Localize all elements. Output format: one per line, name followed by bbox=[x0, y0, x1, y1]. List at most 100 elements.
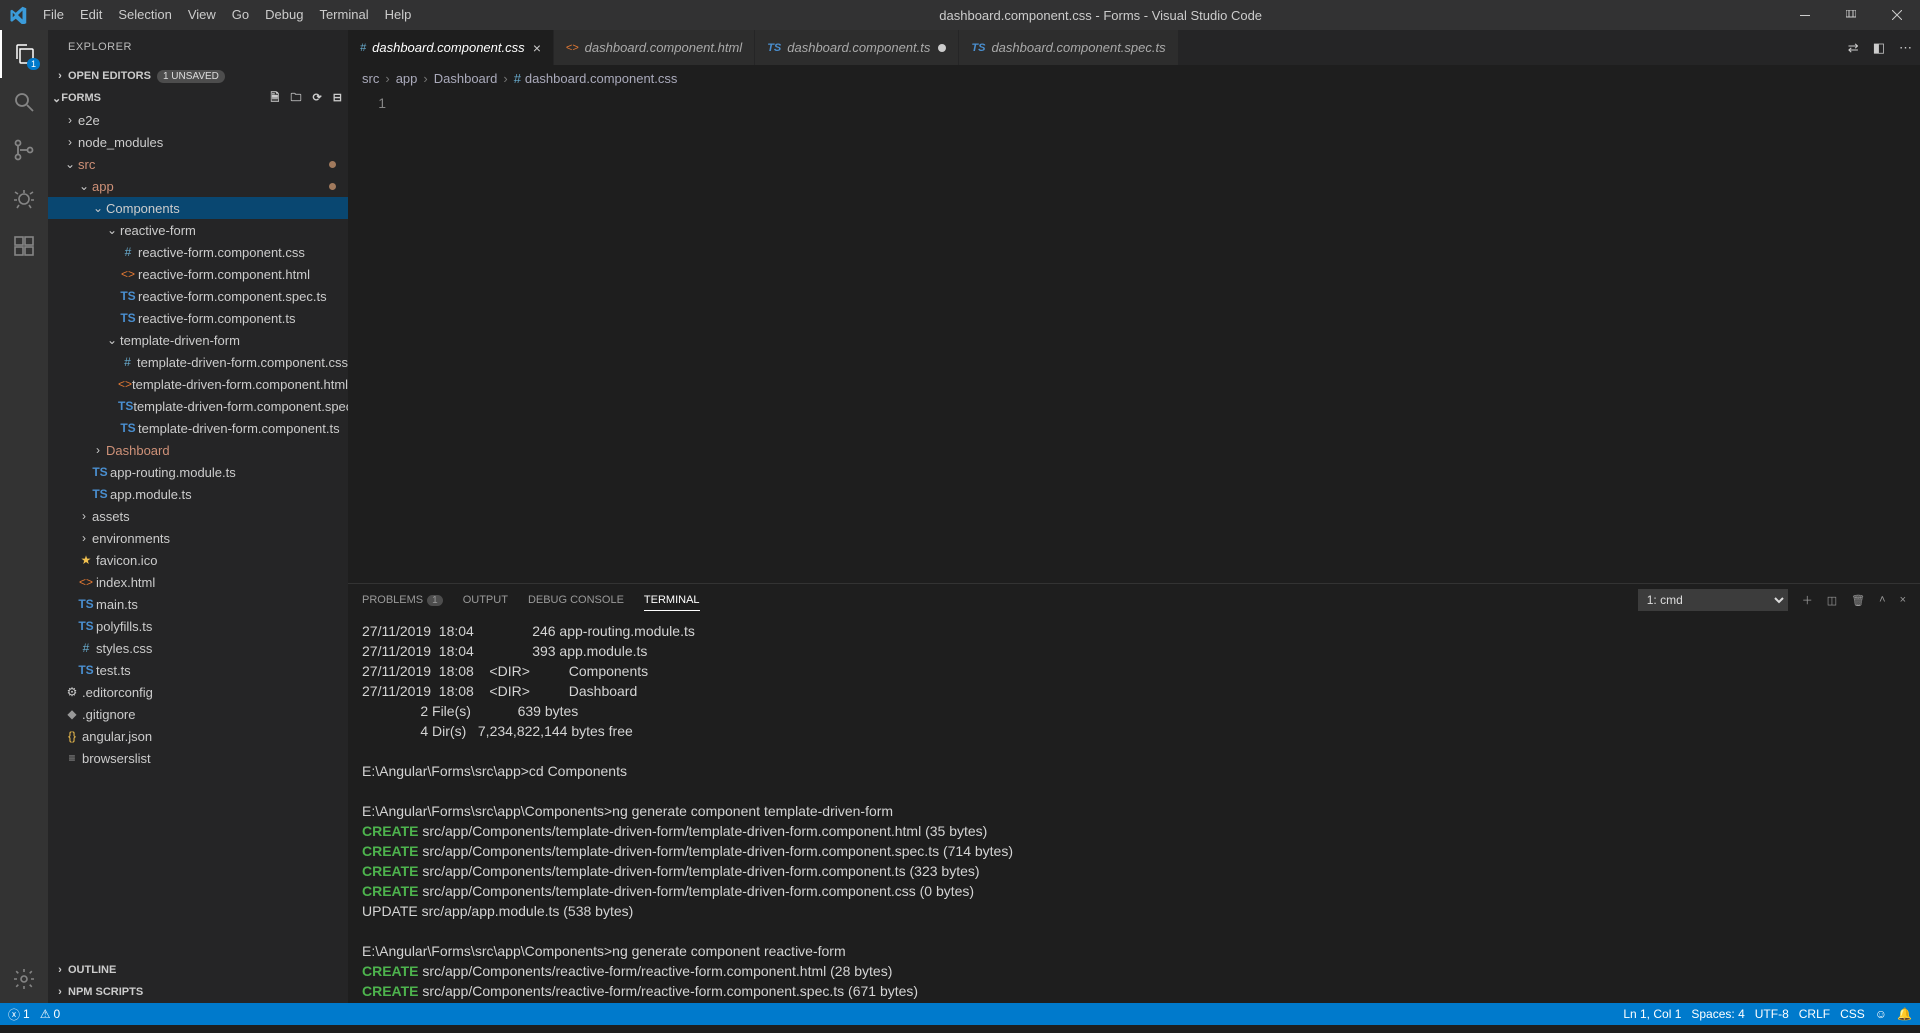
npm-scripts-header[interactable]: ›NPM SCRIPTS bbox=[48, 981, 348, 1003]
file-tdf-ts[interactable]: TStemplate-driven-form.component.ts bbox=[48, 417, 348, 439]
file-app-module[interactable]: TSapp.module.ts bbox=[48, 483, 348, 505]
status-eol[interactable]: CRLF bbox=[1799, 1007, 1830, 1021]
activity-settings[interactable] bbox=[0, 955, 48, 1003]
activity-explorer[interactable]: 1 bbox=[0, 30, 48, 78]
menu-debug[interactable]: Debug bbox=[257, 0, 311, 30]
activity-search[interactable] bbox=[0, 78, 48, 126]
breadcrumb-file[interactable]: dashboard.component.css bbox=[525, 71, 677, 86]
status-notifications-icon[interactable]: 🔔 bbox=[1897, 1007, 1912, 1021]
folder-reactive-form[interactable]: ⌄reactive-form bbox=[48, 219, 348, 241]
file-polyfills[interactable]: TSpolyfills.ts bbox=[48, 615, 348, 637]
close-button[interactable] bbox=[1874, 0, 1920, 30]
new-terminal-icon[interactable]: ＋ bbox=[1802, 592, 1813, 608]
menu-help[interactable]: Help bbox=[377, 0, 420, 30]
file-styles[interactable]: #styles.css bbox=[48, 637, 348, 659]
split-editor-icon[interactable]: ◧ bbox=[1873, 40, 1885, 56]
breadcrumb-src[interactable]: src bbox=[362, 71, 379, 86]
outline-header[interactable]: ›OUTLINE bbox=[48, 959, 348, 981]
split-terminal-icon[interactable]: ◫ bbox=[1827, 594, 1837, 607]
collapse-icon[interactable]: ⊟ bbox=[333, 92, 342, 104]
file-editorconfig[interactable]: ⚙.editorconfig bbox=[48, 681, 348, 703]
activity-extensions[interactable] bbox=[0, 222, 48, 270]
terminal-shell-select[interactable]: 1: cmd bbox=[1638, 589, 1788, 611]
close-panel-icon[interactable]: × bbox=[1900, 594, 1906, 606]
window-title: dashboard.component.css - Forms - Visual… bbox=[419, 8, 1782, 23]
file-angular-json[interactable]: {}angular.json bbox=[48, 725, 348, 747]
status-cursor-pos[interactable]: Ln 1, Col 1 bbox=[1623, 1007, 1681, 1021]
activity-source-control[interactable] bbox=[0, 126, 48, 174]
file-tdf-html[interactable]: <>template-driven-form.component.html bbox=[48, 373, 348, 395]
kill-terminal-icon[interactable]: 🗑 bbox=[1851, 594, 1865, 607]
file-main[interactable]: TSmain.ts bbox=[48, 593, 348, 615]
tab-dashboard-ts[interactable]: TSdashboard.component.ts bbox=[755, 30, 959, 65]
file-tdf-css[interactable]: #template-driven-form.component.css bbox=[48, 351, 348, 373]
compare-changes-icon[interactable]: ⇄ bbox=[1848, 40, 1859, 56]
file-rf-css[interactable]: #reactive-form.component.css bbox=[48, 241, 348, 263]
status-feedback-icon[interactable]: ☺ bbox=[1875, 1007, 1887, 1021]
file-rf-html[interactable]: <>reactive-form.component.html bbox=[48, 263, 348, 285]
ts-icon: TS bbox=[90, 487, 110, 501]
breadcrumb-app[interactable]: app bbox=[396, 71, 418, 86]
status-errors[interactable]: ⓧ1 bbox=[8, 1006, 30, 1023]
breadcrumb-dashboard[interactable]: Dashboard bbox=[434, 71, 498, 86]
editor-body[interactable]: 1 bbox=[348, 91, 1920, 583]
maximize-panel-icon[interactable]: ˄ bbox=[1879, 594, 1885, 606]
folder-dashboard[interactable]: ›Dashboard bbox=[48, 439, 348, 461]
status-indent[interactable]: Spaces: 4 bbox=[1691, 1007, 1744, 1021]
folder-template-form[interactable]: ⌄template-driven-form bbox=[48, 329, 348, 351]
folder-e2e[interactable]: ›e2e bbox=[48, 109, 348, 131]
status-encoding[interactable]: UTF-8 bbox=[1755, 1007, 1789, 1021]
folder-environments[interactable]: ›environments bbox=[48, 527, 348, 549]
modified-dot-icon bbox=[329, 183, 336, 190]
panel-tab-problems[interactable]: PROBLEMS1 bbox=[362, 590, 443, 610]
file-gitignore[interactable]: ◆.gitignore bbox=[48, 703, 348, 725]
menu-go[interactable]: Go bbox=[224, 0, 257, 30]
folder-src[interactable]: ⌄src bbox=[48, 153, 348, 175]
open-editors-header[interactable]: › OPEN EDITORS 1 UNSAVED bbox=[48, 65, 348, 87]
project-header[interactable]: ⌄FORMS 🗎 🗀 ⟳ ⊟ bbox=[48, 87, 348, 109]
terminal-output[interactable]: 27/11/2019 18:04 246 app-routing.module.… bbox=[348, 616, 1920, 1003]
file-app-routing[interactable]: TSapp-routing.module.ts bbox=[48, 461, 348, 483]
code-content[interactable] bbox=[398, 91, 1920, 583]
file-rf-ts[interactable]: TSreactive-form.component.ts bbox=[48, 307, 348, 329]
panel-tab-terminal[interactable]: TERMINAL bbox=[644, 590, 700, 611]
panel-tab-output[interactable]: OUTPUT bbox=[463, 590, 508, 610]
new-folder-icon[interactable]: 🗀 bbox=[290, 92, 301, 104]
ts-icon: TS bbox=[76, 597, 96, 611]
menu-terminal[interactable]: Terminal bbox=[311, 0, 376, 30]
file-test[interactable]: TStest.ts bbox=[48, 659, 348, 681]
file-tdf-spec[interactable]: TStemplate-driven-form.component.spec.ts bbox=[48, 395, 348, 417]
file-index[interactable]: <>index.html bbox=[48, 571, 348, 593]
status-warnings[interactable]: ⚠0 bbox=[40, 1007, 60, 1021]
html-icon: <> bbox=[566, 42, 579, 54]
status-language[interactable]: CSS bbox=[1840, 1007, 1865, 1021]
menu-view[interactable]: View bbox=[180, 0, 224, 30]
maximize-button[interactable] bbox=[1828, 0, 1874, 30]
file-rf-spec[interactable]: TSreactive-form.component.spec.ts bbox=[48, 285, 348, 307]
panel-tab-debug[interactable]: DEBUG CONSOLE bbox=[528, 590, 624, 610]
refresh-icon[interactable]: ⟳ bbox=[313, 92, 322, 104]
close-icon[interactable]: × bbox=[533, 40, 541, 56]
bottom-panel: PROBLEMS1 OUTPUT DEBUG CONSOLE TERMINAL … bbox=[348, 583, 1920, 1003]
folder-components[interactable]: ⌄Components bbox=[48, 197, 348, 219]
menu-selection[interactable]: Selection bbox=[110, 0, 179, 30]
file-favicon[interactable]: ★favicon.ico bbox=[48, 549, 348, 571]
tab-dashboard-html[interactable]: <>dashboard.component.html bbox=[554, 30, 755, 65]
menu-file[interactable]: File bbox=[35, 0, 72, 30]
ts-icon: TS bbox=[118, 289, 138, 303]
new-file-icon[interactable]: 🗎 bbox=[271, 92, 280, 104]
more-actions-icon[interactable]: ⋯ bbox=[1899, 40, 1912, 56]
folder-node-modules[interactable]: ›node_modules bbox=[48, 131, 348, 153]
ts-icon: TS bbox=[118, 421, 138, 435]
minimize-button[interactable] bbox=[1782, 0, 1828, 30]
folder-assets[interactable]: ›assets bbox=[48, 505, 348, 527]
file-tree[interactable]: ›e2e ›node_modules ⌄src ⌄app ⌄Components… bbox=[48, 109, 348, 959]
tab-dashboard-css[interactable]: #dashboard.component.css× bbox=[348, 30, 554, 65]
chevron-down-icon: ⌄ bbox=[52, 92, 61, 105]
breadcrumb[interactable]: src› app› Dashboard› # dashboard.compone… bbox=[348, 65, 1920, 91]
file-browserslist[interactable]: ≡browserslist bbox=[48, 747, 348, 769]
folder-app[interactable]: ⌄app bbox=[48, 175, 348, 197]
activity-debug[interactable] bbox=[0, 174, 48, 222]
tab-dashboard-spec[interactable]: TSdashboard.component.spec.ts bbox=[959, 30, 1178, 65]
menu-edit[interactable]: Edit bbox=[72, 0, 110, 30]
